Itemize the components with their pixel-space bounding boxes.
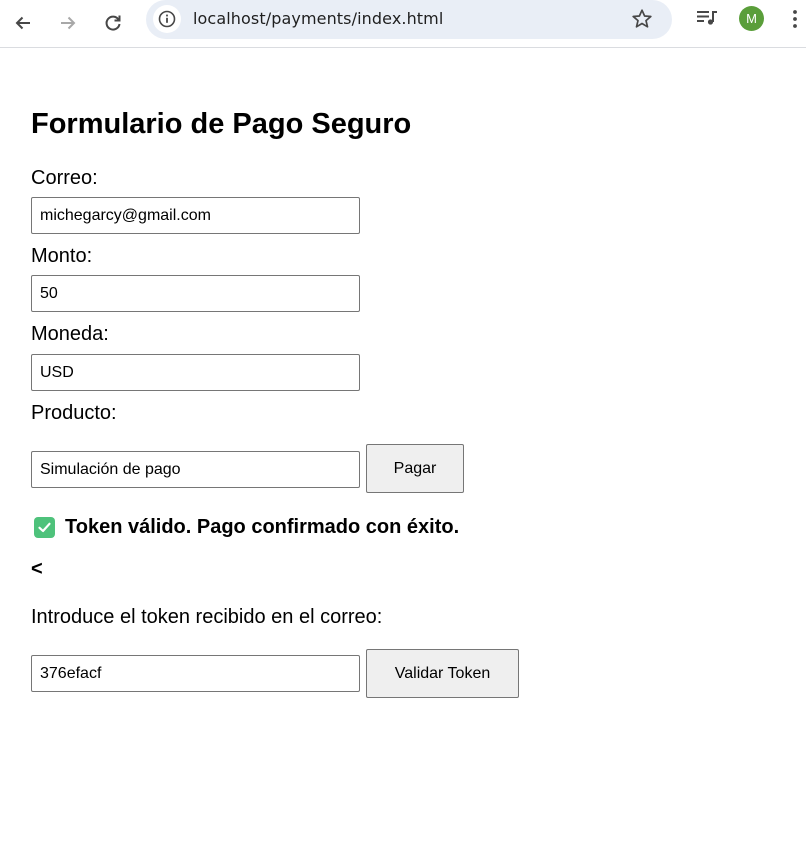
address-bar[interactable]: localhost/payments/index.html: [146, 0, 672, 39]
product-field[interactable]: [31, 451, 360, 488]
avatar[interactable]: M: [739, 6, 764, 31]
amount-label: Monto:: [31, 245, 93, 267]
currency-field[interactable]: [31, 354, 360, 391]
result-text: Token válido. Pago confirmado con éxito.: [65, 516, 460, 538]
forward-arrow-icon: [61, 16, 76, 30]
email-label: Correo:: [31, 167, 98, 189]
page-title: Formulario de Pago Seguro: [31, 108, 412, 140]
stray-text: <: [31, 558, 43, 580]
kebab-menu-icon[interactable]: [787, 6, 803, 32]
result-message: Token válido. Pago confirmado con éxito.: [34, 516, 459, 539]
back-arrow-icon: [15, 16, 30, 30]
validate-token-button[interactable]: Validar Token: [366, 649, 519, 698]
info-icon: [158, 10, 176, 28]
pay-button[interactable]: Pagar: [366, 444, 464, 493]
token-label: Introduce el token recibido en el correo…: [31, 606, 383, 628]
media-queue-icon[interactable]: [693, 6, 721, 30]
email-field[interactable]: [31, 197, 360, 234]
currency-label: Moneda:: [31, 323, 109, 345]
product-label: Producto:: [31, 402, 117, 424]
reload-icon: [105, 15, 121, 31]
forward-button[interactable]: [51, 6, 85, 40]
amount-field[interactable]: [31, 275, 360, 312]
site-info-button[interactable]: [153, 5, 181, 33]
url-text[interactable]: localhost/payments/index.html: [193, 9, 443, 28]
token-field[interactable]: [31, 655, 360, 692]
back-button[interactable]: [6, 6, 40, 40]
check-mark-icon: [34, 517, 55, 538]
star-icon[interactable]: [630, 7, 654, 31]
reload-button[interactable]: [96, 6, 130, 40]
browser-toolbar: localhost/payments/index.html M: [0, 0, 806, 48]
